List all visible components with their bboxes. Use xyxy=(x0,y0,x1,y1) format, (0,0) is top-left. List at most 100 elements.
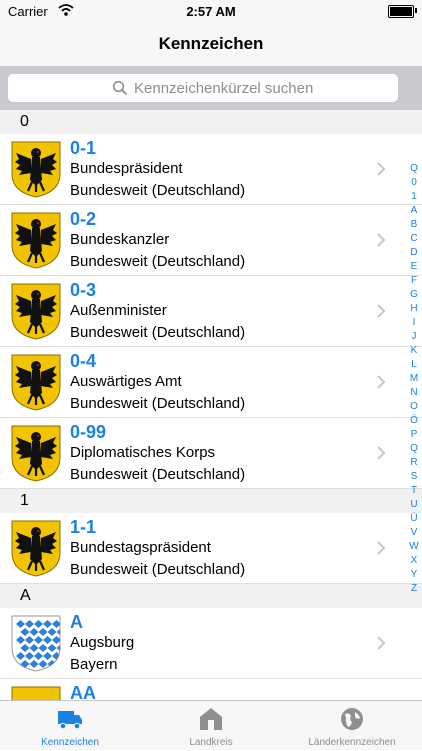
list-item[interactable]: 0-4 Auswärtiges Amt Bundesweit (Deutschlan… xyxy=(0,347,422,418)
index-letter[interactable]: N xyxy=(406,386,422,400)
index-letter[interactable]: U xyxy=(406,498,422,512)
germany-eagle-icon xyxy=(10,140,62,198)
plate-code: 0-4 xyxy=(70,351,97,371)
plate-code: A xyxy=(70,612,83,632)
germany-eagle-icon xyxy=(10,424,62,482)
plate-code: 0-2 xyxy=(70,209,97,229)
index-letter[interactable]: W xyxy=(406,540,422,554)
tab-label: Landkreis xyxy=(189,737,233,748)
plate-name: Auswärtiges Amt xyxy=(70,373,182,390)
list-item[interactable]: 1-1 Bundestagspräsident Bundesweit (Deutsc… xyxy=(0,513,422,584)
plate-code: 0-99 xyxy=(70,422,107,442)
section-header: A xyxy=(0,584,422,608)
section-header: 0 xyxy=(0,110,422,134)
index-letter[interactable]: H xyxy=(406,302,422,316)
index-letter[interactable]: I xyxy=(406,316,422,330)
status-time: 2:57 AM xyxy=(186,4,236,19)
index-letter[interactable]: A xyxy=(406,204,422,218)
plate-region: Bundesweit (Deutschland) xyxy=(70,466,246,483)
index-letter[interactable]: 0 xyxy=(406,176,422,190)
index-letter[interactable]: B xyxy=(406,218,422,232)
tab-bar: Kennzeichen Landkreis Länderkennzeichen xyxy=(0,700,422,750)
plate-name: Bundeskanzler xyxy=(70,231,170,248)
list-item[interactable]: 0-99 Diplomatisches Korps Bundesweit (Deut… xyxy=(0,418,422,489)
section-header: 1 xyxy=(0,489,422,513)
index-letter[interactable]: Z xyxy=(406,582,422,596)
germany-eagle-icon xyxy=(10,353,62,411)
plate-code: AA xyxy=(70,683,96,700)
page-title: Kennzeichen xyxy=(158,34,264,53)
chevron-right-icon xyxy=(377,375,386,389)
chevron-right-icon xyxy=(377,446,386,460)
battery-icon xyxy=(388,5,414,18)
battery-tip xyxy=(415,8,417,13)
tab-landkreis[interactable]: Landkreis xyxy=(141,701,281,751)
plate-name: Bundestagspräsident xyxy=(70,539,211,556)
chevron-right-icon xyxy=(377,162,386,176)
index-letter[interactable]: D xyxy=(406,246,422,260)
index-letter[interactable]: P xyxy=(406,428,422,442)
search-input[interactable]: Kennzeichenkürzel suchen xyxy=(8,74,398,102)
list-item[interactable]: 0-2 Bundeskanzler Bundesweit (Deutschland) xyxy=(0,205,422,276)
plate-name: Bundespräsident xyxy=(70,160,183,177)
index-letter[interactable]: R xyxy=(406,456,422,470)
index-letter[interactable]: X xyxy=(406,554,422,568)
index-letter[interactable]: J xyxy=(406,330,422,344)
tab-kennzeichen[interactable]: Kennzeichen xyxy=(0,701,140,751)
navigation-bar: Kennzeichen xyxy=(0,22,422,66)
plate-code: 0-3 xyxy=(70,280,97,300)
search-icon xyxy=(112,80,128,96)
index-letter[interactable]: G xyxy=(406,288,422,302)
plate-name: Diplomatisches Korps xyxy=(70,444,216,461)
list-item[interactable]: A Augsburg Bayern xyxy=(0,608,422,679)
index-letter[interactable]: Ö xyxy=(406,414,422,428)
plate-region: Bundesweit (Deutschland) xyxy=(70,561,246,578)
index-letter[interactable]: V xyxy=(406,526,422,540)
search-placeholder: Kennzeichenkürzel suchen xyxy=(134,80,314,97)
plate-code: 1-1 xyxy=(70,517,97,537)
plate-region: Bundesweit (Deutschland) xyxy=(70,182,246,199)
chevron-right-icon xyxy=(377,304,386,318)
plate-name: Außenminister xyxy=(70,302,167,319)
index-letter[interactable]: Q xyxy=(406,442,422,456)
index-letter[interactable]: T xyxy=(406,484,422,498)
tab-label: Länderkennzeichen xyxy=(308,737,396,748)
germany-eagle-icon xyxy=(10,519,62,577)
index-letter[interactable]: O xyxy=(406,400,422,414)
section-index[interactable]: Q01ABCDEFGHIJKLMNOÖPQRSTUÜVWXYZ xyxy=(406,162,422,596)
tab-länderkennzeichen[interactable]: Länderkennzeichen xyxy=(282,701,422,751)
chevron-right-icon xyxy=(377,233,386,247)
plate-region: Bundesweit (Deutschland) xyxy=(70,324,246,341)
baden-wuerttemberg-coat-of-arms-icon xyxy=(10,685,62,700)
plate-region: Bundesweit (Deutschland) xyxy=(70,253,246,270)
index-letter[interactable]: Y xyxy=(406,568,422,582)
plate-name: Augsburg xyxy=(70,634,135,651)
index-letter[interactable]: E xyxy=(406,260,422,274)
index-letter[interactable]: C xyxy=(406,232,422,246)
index-letter[interactable]: K xyxy=(406,344,422,358)
plate-code: 0-1 xyxy=(70,138,97,158)
license-plate-list[interactable]: 0 0-1 Bundespräsident Bundesweit (Deutschla… xyxy=(0,110,422,700)
tab-label: Kennzeichen xyxy=(41,737,99,748)
bavaria-coat-of-arms-icon xyxy=(10,614,62,672)
index-letter[interactable]: F xyxy=(406,274,422,288)
index-letter[interactable]: S xyxy=(406,470,422,484)
search-area: Kennzeichenkürzel suchen xyxy=(0,66,422,110)
germany-eagle-icon xyxy=(10,282,62,340)
globe-icon xyxy=(339,706,365,732)
index-letter[interactable]: 1 xyxy=(406,190,422,204)
plate-region: Bundesweit (Deutschland) xyxy=(70,395,246,412)
list-item[interactable]: 0-1 Bundespräsident Bundesweit (Deutschlan… xyxy=(0,134,422,205)
germany-eagle-icon xyxy=(10,211,62,269)
list-item[interactable]: 0-3 Außenminister Bundesweit (Deutschland) xyxy=(0,276,422,347)
index-letter[interactable]: Q xyxy=(406,162,422,176)
house-icon xyxy=(198,706,224,732)
index-letter[interactable]: Ü xyxy=(406,512,422,526)
chevron-right-icon xyxy=(377,636,386,650)
chevron-right-icon xyxy=(377,541,386,555)
status-bar: Carrier 2:57 AM xyxy=(0,0,422,22)
index-letter[interactable]: L xyxy=(406,358,422,372)
plate-region: Bayern xyxy=(70,656,118,673)
index-letter[interactable]: M xyxy=(406,372,422,386)
list-item[interactable]: AA xyxy=(0,679,422,700)
